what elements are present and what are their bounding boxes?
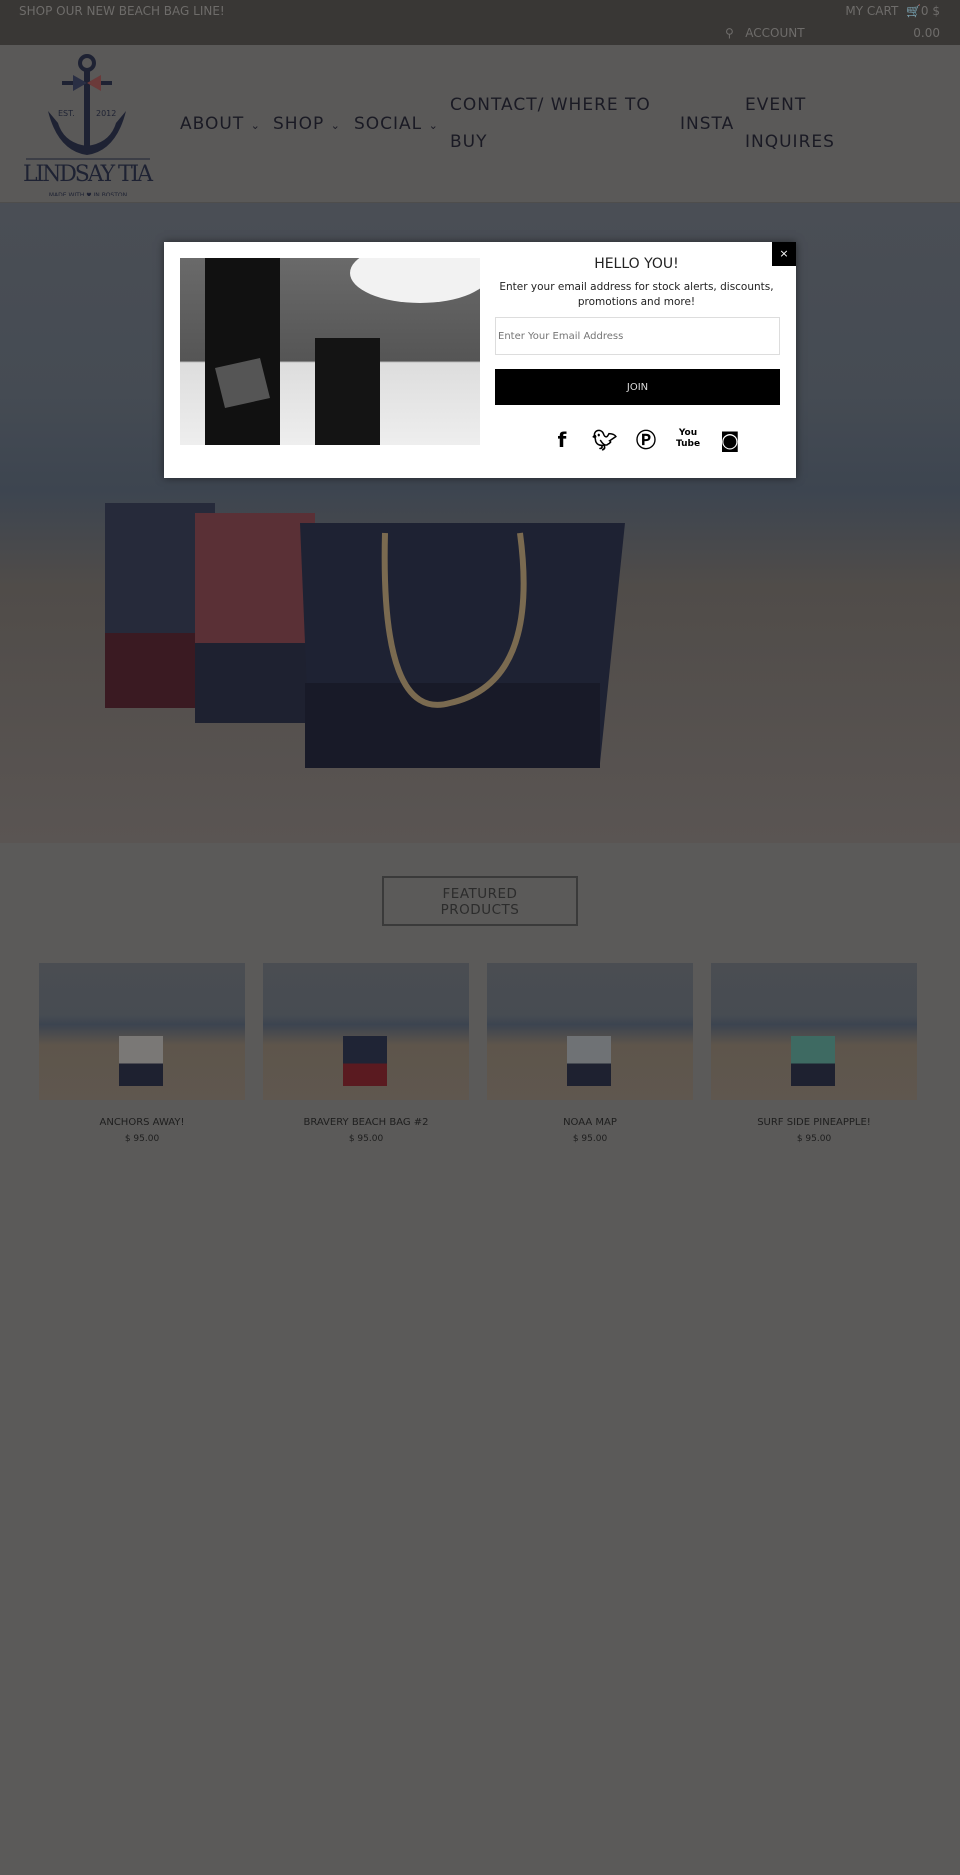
bag-graphic [343, 1036, 387, 1086]
facebook-icon[interactable]: f [550, 428, 574, 452]
logo[interactable]: EST. 2012 LINDSAY TIA MADE WITH ♥ IN BOS… [18, 51, 158, 196]
nav-event-inquires[interactable]: EVENT INQUIRES [745, 45, 835, 203]
featured-products-heading: FEATURED PRODUCTS [382, 876, 578, 926]
instagram-icon[interactable]: ◙ [718, 428, 742, 452]
modal-text: Enter your email address for stock alert… [499, 281, 774, 308]
product-title[interactable]: ANCHORS AWAY! [39, 1117, 245, 1128]
cart-label: MY CART [845, 4, 899, 18]
product-title[interactable]: BRAVERY BEACH BAG #2 [263, 1117, 469, 1128]
email-input[interactable] [495, 317, 780, 355]
cart-total: 0.00 [913, 26, 940, 40]
product-price: $ 95.00 [796, 1134, 832, 1144]
newsletter-modal: × HELLO YOU! Enter your email address fo… [164, 242, 796, 478]
svg-text:2012: 2012 [96, 109, 116, 118]
social-links: f 🐦︎ Ⓟ You Tube ◙ [550, 428, 742, 452]
product-image[interactable] [39, 963, 245, 1100]
product-price: $ 95.00 [124, 1134, 160, 1144]
product-image[interactable] [263, 963, 469, 1100]
product-image[interactable] [487, 963, 693, 1100]
bag-graphic [119, 1036, 163, 1086]
nav-social[interactable]: SOCIAL ⌄ [354, 45, 439, 203]
my-cart-link[interactable]: MY CART 🛒0 $ [845, 4, 940, 18]
chevron-down-icon: ⌄ [250, 119, 261, 132]
bag-graphic [791, 1036, 835, 1086]
product-card[interactable]: NOAA MAP $ 95.00 [487, 963, 693, 1144]
header: EST. 2012 LINDSAY TIA MADE WITH ♥ IN BOS… [0, 45, 960, 203]
svg-text:EST.: EST. [58, 109, 75, 118]
search-icon[interactable]: ⚲ [725, 26, 734, 40]
svg-text:MADE WITH ♥ IN BOSTON: MADE WITH ♥ IN BOSTON [49, 192, 127, 196]
chevron-down-icon: ⌄ [330, 119, 341, 132]
cart-icon: 🛒 [905, 4, 921, 18]
account-row: ⚲ ACCOUNT 0.00 [725, 26, 940, 40]
product-image[interactable] [711, 963, 917, 1100]
product-title[interactable]: NOAA MAP [487, 1117, 693, 1128]
nav-contact[interactable]: CONTACT/ WHERE TO BUY [450, 45, 651, 203]
chevron-down-icon: ⌄ [428, 119, 439, 132]
twitter-icon[interactable]: 🐦︎ [592, 428, 617, 452]
product-card[interactable]: ANCHORS AWAY! $ 95.00 [39, 963, 245, 1144]
modal-photo [180, 258, 480, 445]
svg-text:LINDSAY TIA: LINDSAY TIA [23, 162, 154, 187]
youtube-icon[interactable]: You Tube [676, 428, 700, 452]
product-price: $ 95.00 [572, 1134, 608, 1144]
pinterest-icon[interactable]: Ⓟ [634, 428, 658, 452]
product-title[interactable]: SURF SIDE PINEAPPLE! [711, 1117, 917, 1128]
account-link[interactable]: ACCOUNT [745, 26, 804, 40]
product-card[interactable]: BRAVERY BEACH BAG #2 $ 95.00 [263, 963, 469, 1144]
top-bar: SHOP OUR NEW BEACH BAG LINE! MY CART 🛒0 … [0, 0, 960, 45]
bag-graphic [567, 1036, 611, 1086]
currency: $ [932, 4, 940, 18]
promo-link[interactable]: SHOP OUR NEW BEACH BAG LINE! [19, 4, 225, 18]
cart-count: 0 [920, 4, 929, 18]
nav-insta[interactable]: INSTA [680, 45, 734, 203]
nav-shop[interactable]: SHOP ⌄ [273, 45, 341, 203]
join-button[interactable]: JOIN [495, 369, 780, 405]
product-card[interactable]: SURF SIDE PINEAPPLE! $ 95.00 [711, 963, 917, 1144]
product-price: $ 95.00 [348, 1134, 384, 1144]
nav-about[interactable]: ABOUT ⌄ [180, 45, 261, 203]
modal-title: HELLO YOU! [594, 256, 679, 272]
